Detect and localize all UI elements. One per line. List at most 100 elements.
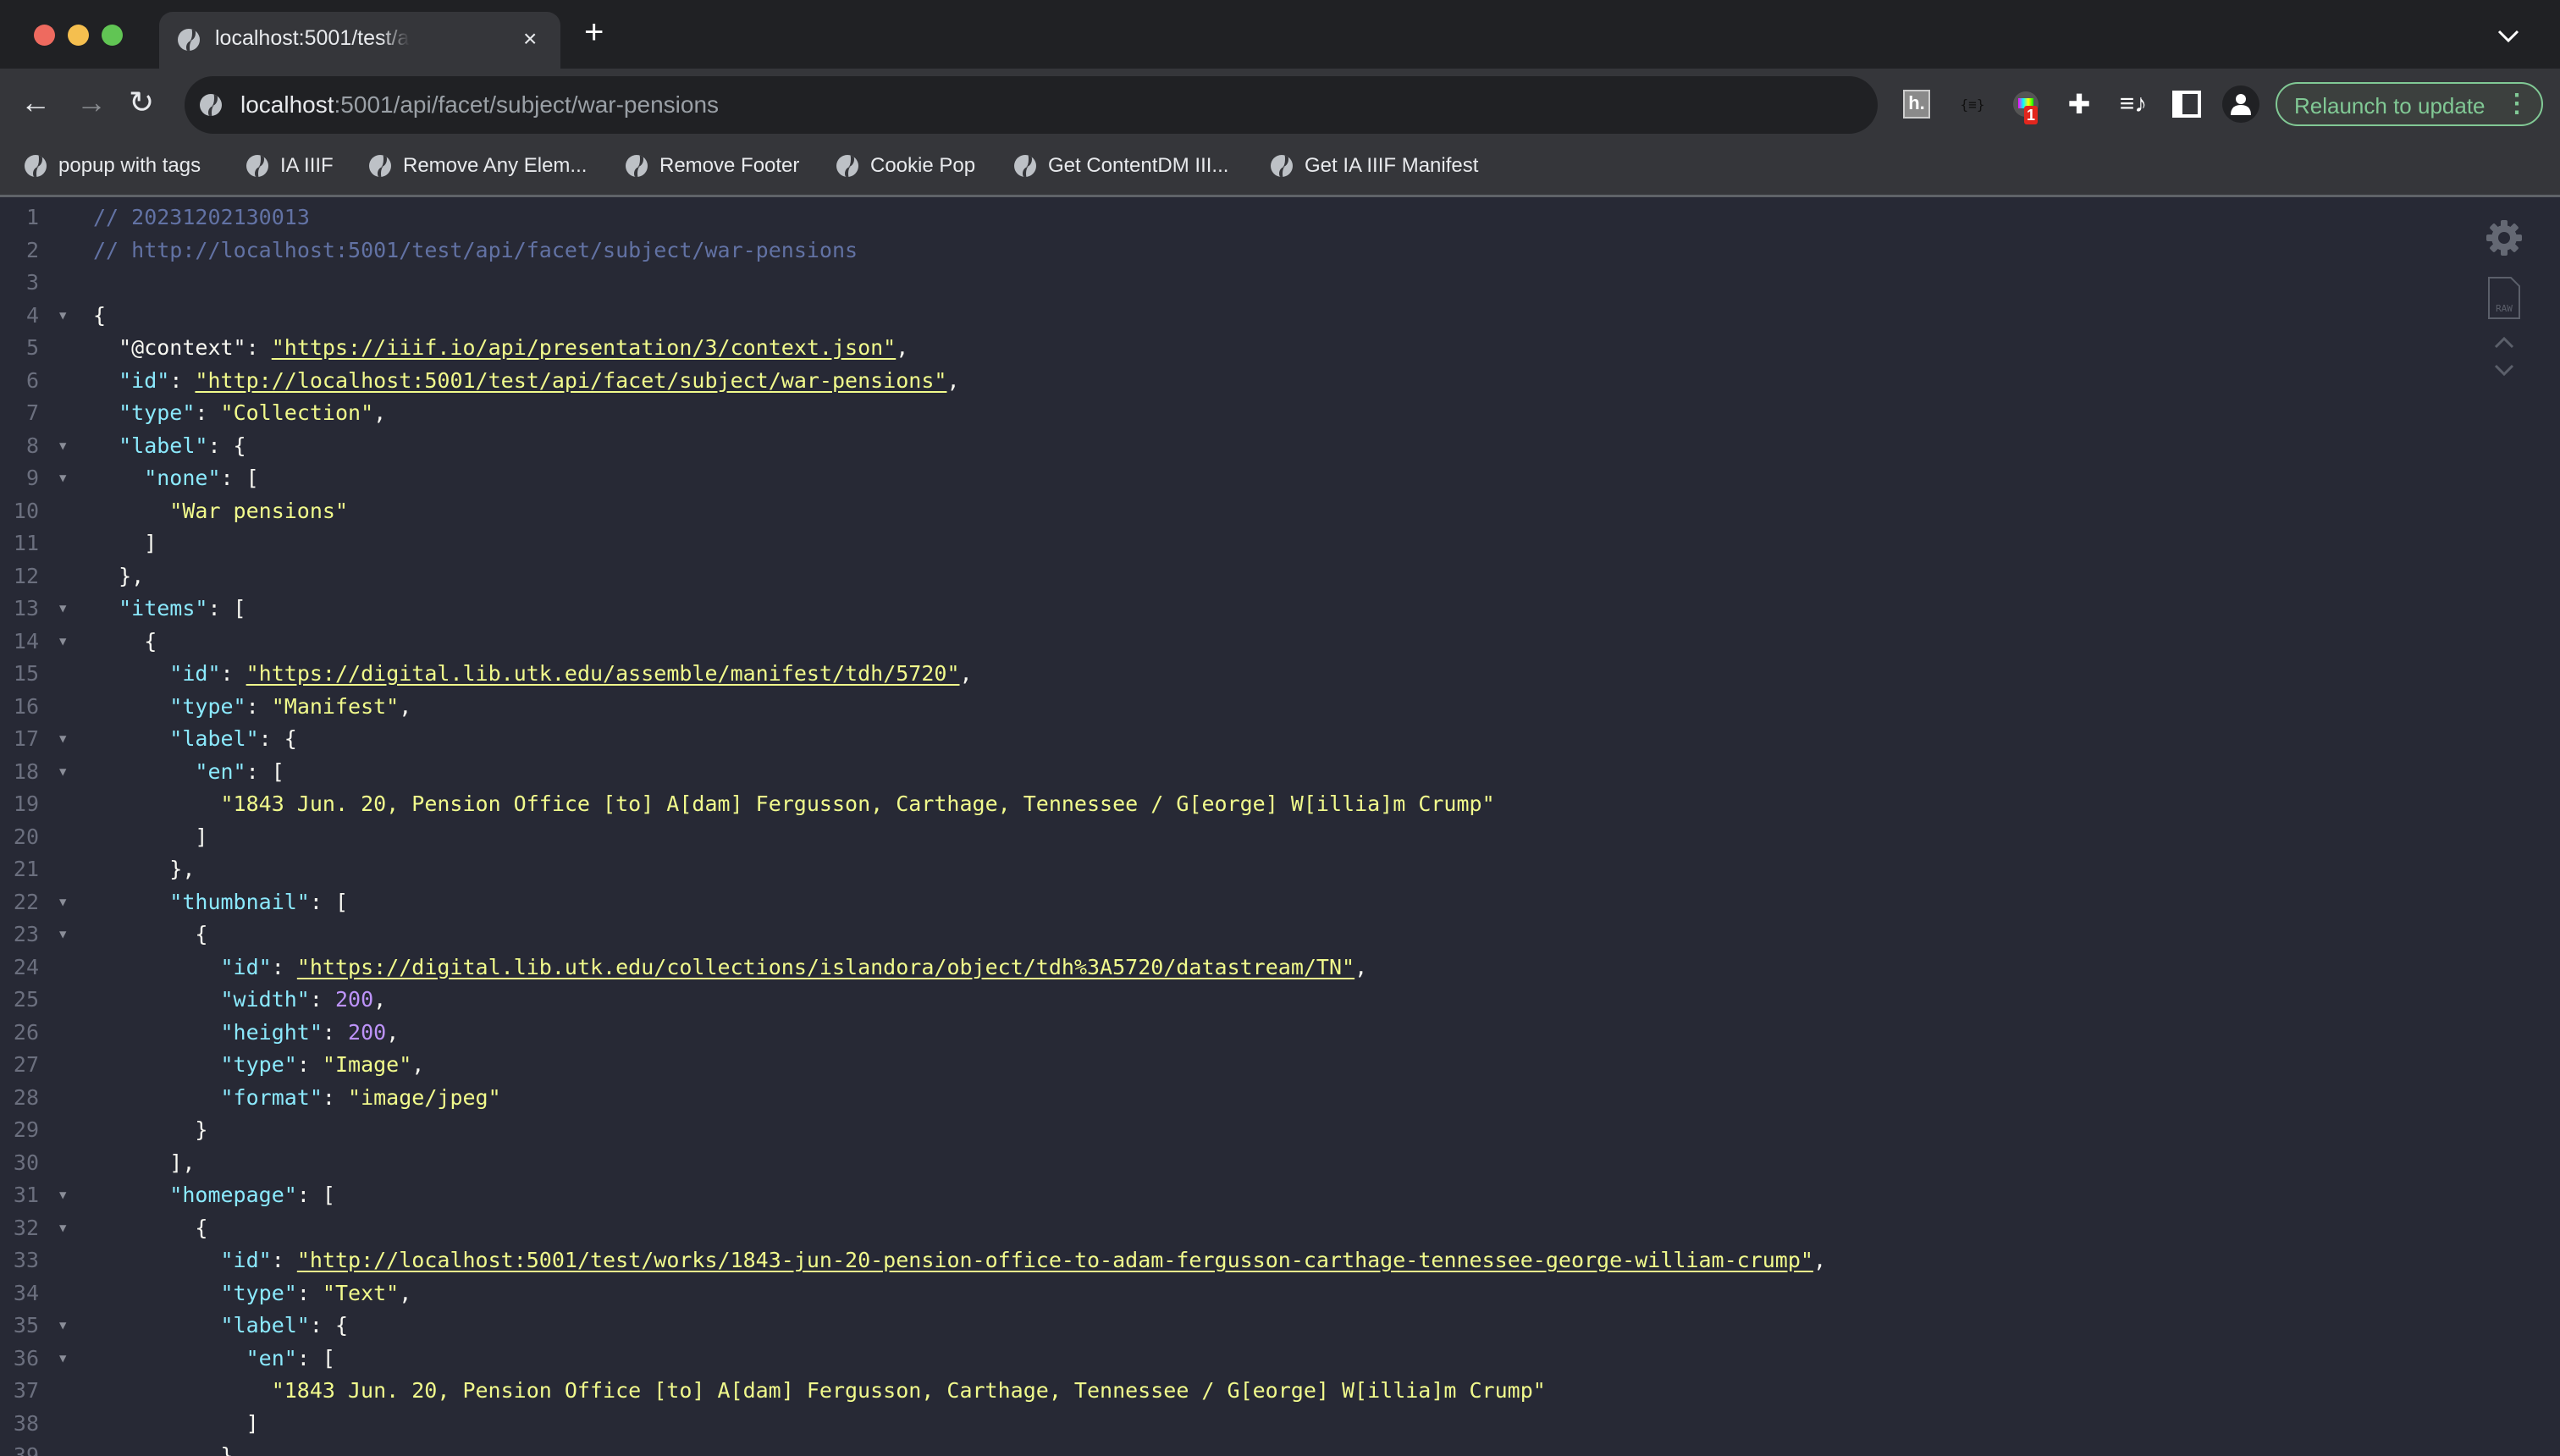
json-key: "label"	[220, 1313, 310, 1337]
tab-active[interactable]: localhost:5001/test/api/facet/subject/wa…	[159, 12, 560, 69]
media-controls-icon[interactable]: ≡♪	[2116, 87, 2150, 121]
tab-search-chevron-icon[interactable]	[2497, 22, 2519, 49]
toolbar: ← → ↻ localhost:5001/api/facet/subject/w…	[0, 69, 2560, 141]
hypothesis-extension-icon[interactable]: h.	[1900, 87, 1934, 121]
json-link[interactable]: "http://localhost:5001/test/api/facet/su…	[195, 368, 946, 393]
json-viewer: 1 // 20231202130013 2 // http://localhost:5…	[0, 197, 2560, 1456]
fold-toggle-icon[interactable]: ▼	[59, 886, 66, 919]
forward-button[interactable]: →	[76, 85, 107, 119]
new-tab-button[interactable]: +	[584, 15, 604, 49]
json-link[interactable]: "https://iiif.io/api/presentation/3/cont…	[272, 335, 897, 360]
fold-toggle-icon[interactable]: ▼	[59, 918, 66, 951]
address-bar[interactable]: localhost:5001/api/facet/subject/war-pen…	[185, 76, 1878, 134]
bookmark-item[interactable]: Get IA IIIF Manifest	[1271, 154, 1478, 178]
line-number: 10	[13, 498, 39, 523]
json-link[interactable]: "https://digital.lib.utk.edu/assemble/ma…	[246, 661, 960, 686]
json-key: "label"	[169, 726, 259, 751]
fold-toggle-icon[interactable]: ▼	[59, 1343, 66, 1376]
line-number: 21	[13, 857, 39, 881]
site-info-icon[interactable]	[200, 94, 222, 116]
reload-button[interactable]: ↻	[129, 85, 154, 119]
code-text: {	[93, 918, 207, 951]
punctuation: : {	[309, 1313, 349, 1337]
code-text: // http://localhost:5001/test/api/facet/…	[93, 234, 858, 267]
punctuation: ,	[399, 1280, 412, 1305]
json-link[interactable]: "https://digital.lib.utk.edu/collections…	[297, 955, 1354, 979]
bookmark-item[interactable]: popup with tags	[25, 154, 201, 178]
back-button[interactable]: ←	[20, 85, 51, 119]
fold-toggle-icon[interactable]: ▼	[59, 723, 66, 756]
json-key: "en"	[246, 1345, 297, 1371]
close-window-button[interactable]	[34, 25, 55, 46]
url-text[interactable]: localhost:5001/api/facet/subject/war-pen…	[240, 91, 719, 119]
bookmark-item[interactable]: Get ContentDM III...	[1014, 154, 1228, 178]
line-number: 15	[13, 661, 39, 686]
line-number: 9	[25, 466, 39, 490]
bookmark-label: IA IIIF	[280, 154, 334, 177]
punctuation: },	[119, 563, 145, 588]
punctuation: {	[195, 922, 208, 946]
fold-toggle-icon[interactable]: ▼	[59, 593, 66, 626]
bookmark-label: Remove Any Elem...	[403, 154, 588, 177]
json-key: "type"	[220, 1280, 297, 1305]
punctuation: ,	[959, 661, 973, 686]
iiif-extension-icon[interactable]: 1	[2009, 87, 2043, 124]
line-number: 14	[13, 628, 39, 654]
fold-toggle-icon[interactable]: ▼	[59, 462, 66, 495]
punctuation: :	[271, 954, 297, 979]
punctuation: :	[169, 367, 196, 393]
raw-view-icon[interactable]: RAW	[2487, 276, 2521, 324]
collapse-expand-arrows-icon[interactable]	[2493, 335, 2515, 382]
line-number: 26	[13, 1019, 39, 1045]
relaunch-to-update-button[interactable]: Relaunch to update ⋮	[2276, 82, 2543, 126]
code-text: {	[93, 300, 106, 333]
tab-close-icon[interactable]: ×	[523, 25, 537, 52]
bookmark-item[interactable]: Remove Any Elem...	[369, 154, 587, 178]
bookmark-item[interactable]: Cookie Pop	[836, 154, 975, 178]
code-text: "width": 200,	[93, 984, 387, 1017]
fold-toggle-icon[interactable]: ▼	[59, 430, 66, 463]
json-number: 200	[334, 987, 374, 1012]
bookmark-item[interactable]: IA IIIF	[246, 154, 334, 178]
punctuation: : {	[207, 433, 246, 458]
line-number: 8	[25, 433, 39, 458]
maximize-window-button[interactable]	[102, 25, 123, 46]
fold-toggle-icon[interactable]: ▼	[59, 300, 66, 333]
chrome-menu-icon[interactable]: ⋮	[2504, 89, 2530, 119]
profile-avatar-icon[interactable]	[2222, 85, 2259, 123]
punctuation: : [	[220, 466, 259, 490]
punctuation: ]	[246, 1410, 259, 1436]
punctuation: ,	[399, 693, 412, 719]
extensions-puzzle-icon[interactable]: ✚	[2062, 87, 2096, 121]
line-number: 3	[25, 270, 39, 295]
fold-toggle-icon[interactable]: ▼	[59, 756, 66, 789]
fold-toggle-icon[interactable]: ▼	[59, 626, 66, 659]
line-number: 28	[13, 1084, 39, 1110]
line-number: 20	[13, 824, 39, 849]
line-number: 17	[13, 726, 39, 751]
code-text: // 20231202130013	[93, 201, 310, 234]
line-number: 27	[13, 1052, 39, 1077]
minimize-window-button[interactable]	[68, 25, 89, 46]
fold-toggle-icon[interactable]: ▼	[59, 1212, 66, 1245]
code-text: "War pensions"	[93, 495, 348, 528]
json-link[interactable]: "http://localhost:5001/test/works/1843-j…	[297, 1248, 1813, 1272]
line-number: 32	[13, 1215, 39, 1240]
json-key: "label"	[119, 433, 208, 458]
punctuation: :	[296, 1280, 323, 1305]
json-key: "thumbnail"	[169, 889, 310, 914]
fold-toggle-icon[interactable]: ▼	[59, 1179, 66, 1212]
line-number: 12	[13, 563, 39, 588]
side-panel-icon[interactable]	[2170, 87, 2204, 121]
bookmark-label: Remove Footer	[659, 154, 800, 177]
bookmark-item[interactable]: Remove Footer	[626, 154, 799, 178]
punctuation: ,	[896, 335, 909, 360]
globe-icon	[1271, 155, 1293, 177]
punctuation: ],	[169, 1150, 196, 1175]
punctuation: ]	[144, 531, 157, 555]
fold-toggle-icon[interactable]: ▼	[59, 1310, 66, 1343]
json-key: "id"	[169, 661, 221, 686]
settings-gear-icon[interactable]	[2485, 218, 2524, 262]
json-formatter-extension-icon[interactable]: {≡}	[1956, 87, 1989, 121]
line-number: 31	[13, 1183, 39, 1207]
